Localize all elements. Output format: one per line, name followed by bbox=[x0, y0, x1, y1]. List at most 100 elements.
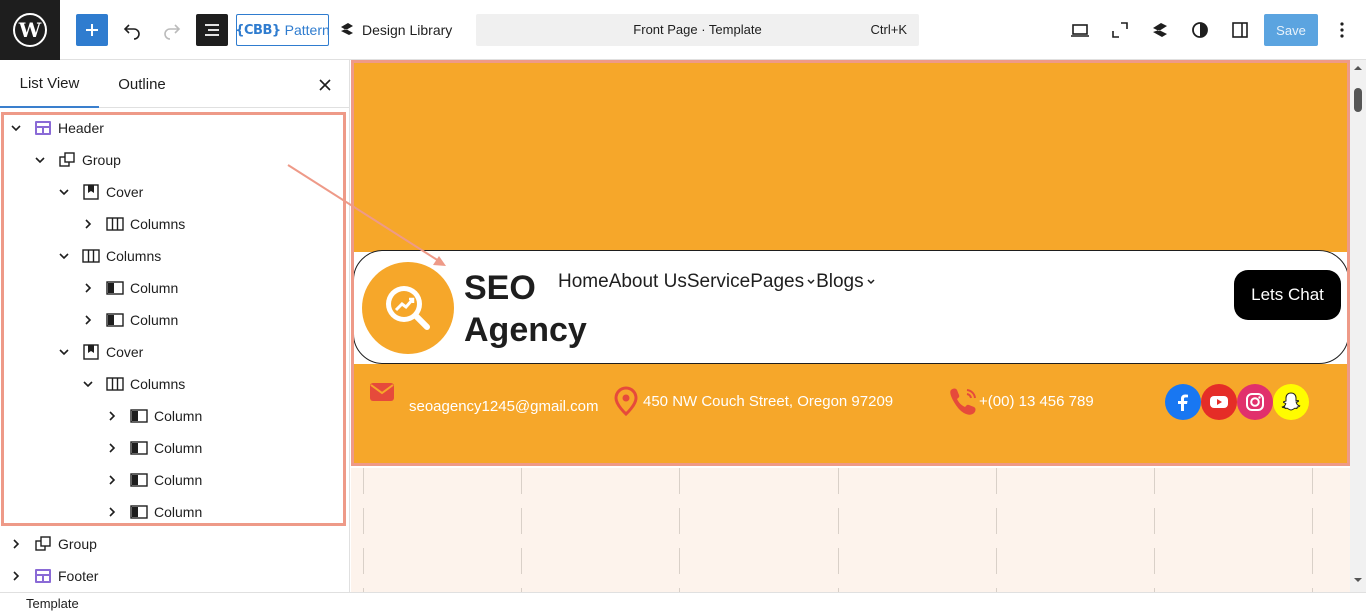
list-view-item[interactable]: Column bbox=[0, 496, 346, 528]
lets-chat-button[interactable]: Lets Chat bbox=[1234, 270, 1341, 320]
list-view-item[interactable]: Column bbox=[0, 400, 346, 432]
block-breadcrumb[interactable]: Template bbox=[26, 596, 79, 611]
expand-toggle-open[interactable] bbox=[58, 346, 70, 358]
document-title: Front Page · Template bbox=[633, 22, 762, 37]
scrollbar-thumb[interactable] bbox=[1354, 88, 1362, 112]
wordpress-logo-icon[interactable]: W bbox=[0, 0, 60, 60]
stackable-settings-button[interactable] bbox=[1144, 14, 1176, 46]
design-library-label: Design Library bbox=[362, 22, 453, 38]
chevron-right-icon bbox=[13, 539, 20, 549]
expand-toggle-closed[interactable] bbox=[82, 218, 94, 230]
expand-toggle-open[interactable] bbox=[58, 186, 70, 198]
expand-toggle-closed[interactable] bbox=[106, 442, 118, 454]
stackable-logo-icon bbox=[1153, 23, 1167, 37]
preview-device-button[interactable] bbox=[1064, 14, 1096, 46]
column-icon bbox=[130, 407, 148, 425]
expand-toggle-open[interactable] bbox=[34, 154, 46, 166]
list-view-item[interactable]: Column bbox=[0, 464, 346, 496]
column-icon bbox=[130, 503, 148, 521]
sidebar-tabs: List View Outline bbox=[0, 60, 349, 108]
youtube-icon[interactable] bbox=[1201, 384, 1237, 420]
expand-toggle-closed[interactable] bbox=[106, 506, 118, 518]
options-menu-button[interactable] bbox=[1326, 14, 1358, 46]
nav-link[interactable]: Pages bbox=[750, 271, 816, 293]
expand-toggle-closed[interactable] bbox=[106, 474, 118, 486]
columns-icon bbox=[82, 247, 100, 265]
email-item[interactable]: seoagency1245@gmail.com bbox=[369, 383, 599, 415]
page-content-preview[interactable] bbox=[351, 468, 1351, 592]
expand-toggle-closed[interactable] bbox=[106, 410, 118, 422]
address-item[interactable]: 450 NW Couch Street, Oregon 97209 bbox=[613, 386, 893, 416]
header-cover-top[interactable] bbox=[353, 62, 1349, 252]
tab-outline[interactable]: Outline bbox=[104, 60, 180, 108]
nav-link[interactable]: Home bbox=[558, 271, 609, 293]
nav-link-label: Home bbox=[558, 271, 609, 292]
add-block-button[interactable] bbox=[76, 14, 108, 46]
list-view-item[interactable]: Footer bbox=[0, 560, 346, 592]
undo-icon bbox=[123, 24, 140, 40]
laptop-icon bbox=[1071, 24, 1089, 37]
kebab-menu-icon bbox=[1340, 22, 1344, 38]
chevron-down-icon bbox=[806, 271, 816, 293]
expand-toggle-open[interactable] bbox=[10, 122, 22, 134]
email-text: seoagency1245@gmail.com bbox=[409, 397, 599, 415]
list-view-item-label: Cover bbox=[106, 184, 144, 200]
list-view-item-label: Column bbox=[154, 440, 203, 456]
list-view-item[interactable]: Column bbox=[0, 304, 346, 336]
facebook-icon[interactable] bbox=[1165, 384, 1201, 420]
settings-sidebar-button[interactable] bbox=[1224, 14, 1256, 46]
list-view-item-label: Footer bbox=[58, 568, 99, 584]
chevron-down-icon bbox=[59, 253, 69, 260]
column-icon bbox=[130, 471, 148, 489]
cbb-pattern-button[interactable]: {CBB} Pattern bbox=[235, 14, 330, 46]
chevron-right-icon bbox=[109, 507, 116, 517]
fullscreen-button[interactable] bbox=[1104, 14, 1136, 46]
document-overview-button[interactable] bbox=[196, 14, 228, 46]
list-view-item[interactable]: Columns bbox=[0, 368, 346, 400]
tab-list-view[interactable]: List View bbox=[0, 60, 99, 108]
close-icon bbox=[319, 79, 331, 91]
primary-navigation: Home About Us Service Pages Blogs bbox=[558, 271, 876, 293]
editor-canvas[interactable]: SEO Agency Home About Us Service Pages Blogs… bbox=[351, 60, 1366, 592]
list-view-item-label: Group bbox=[82, 152, 121, 168]
canvas-scrollbar[interactable] bbox=[1350, 60, 1366, 592]
snapchat-icon[interactable] bbox=[1273, 384, 1309, 420]
close-sidebar-button[interactable] bbox=[314, 74, 336, 96]
expand-toggle-closed[interactable] bbox=[82, 282, 94, 294]
editor-footer: Template bbox=[0, 592, 1366, 615]
header-contact-bar[interactable]: seoagency1245@gmail.com 450 NW Couch Str… bbox=[353, 364, 1349, 464]
expand-toggle-open[interactable] bbox=[82, 378, 94, 390]
expand-toggle-closed[interactable] bbox=[82, 314, 94, 326]
undo-button[interactable] bbox=[116, 14, 148, 46]
list-view-item[interactable]: Cover bbox=[0, 336, 346, 368]
phone-item[interactable]: +(00) 13 456 789 bbox=[947, 386, 1094, 416]
expand-toggle-open[interactable] bbox=[58, 250, 70, 262]
redo-icon bbox=[164, 24, 181, 40]
header-navigation-bar[interactable]: SEO Agency Home About Us Service Pages Blogs… bbox=[353, 250, 1349, 364]
instagram-icon[interactable] bbox=[1237, 384, 1273, 420]
save-button[interactable]: Save bbox=[1264, 14, 1318, 46]
styles-button[interactable] bbox=[1184, 14, 1216, 46]
list-view-item[interactable]: Column bbox=[0, 432, 346, 464]
shortcut-hint: Ctrl+K bbox=[870, 22, 907, 37]
expand-toggle-closed[interactable] bbox=[10, 538, 22, 550]
nav-link[interactable]: Service bbox=[687, 271, 750, 293]
svg-text:W: W bbox=[18, 18, 42, 42]
chevron-down-icon bbox=[83, 381, 93, 388]
grid-guide bbox=[838, 468, 839, 592]
contrast-icon bbox=[1192, 22, 1208, 38]
grid-guide bbox=[679, 468, 680, 592]
nav-link[interactable]: Blogs bbox=[816, 271, 876, 293]
nav-link-label: About Us bbox=[608, 271, 687, 292]
redo-button[interactable] bbox=[156, 14, 188, 46]
annotation-arrow-icon bbox=[287, 164, 446, 266]
grid-guide bbox=[996, 468, 997, 592]
design-library-button[interactable]: Design Library bbox=[338, 14, 454, 46]
document-overview-sidebar: List View Outline Header Group Cover Column… bbox=[0, 60, 350, 592]
list-view-item[interactable]: Header bbox=[0, 112, 346, 144]
command-palette-bar[interactable]: Front Page · Template Ctrl+K bbox=[476, 14, 919, 46]
nav-link[interactable]: About Us bbox=[609, 271, 687, 293]
expand-toggle-closed[interactable] bbox=[10, 570, 22, 582]
list-view-item[interactable]: Group bbox=[0, 528, 346, 560]
chevron-down-icon bbox=[59, 189, 69, 196]
